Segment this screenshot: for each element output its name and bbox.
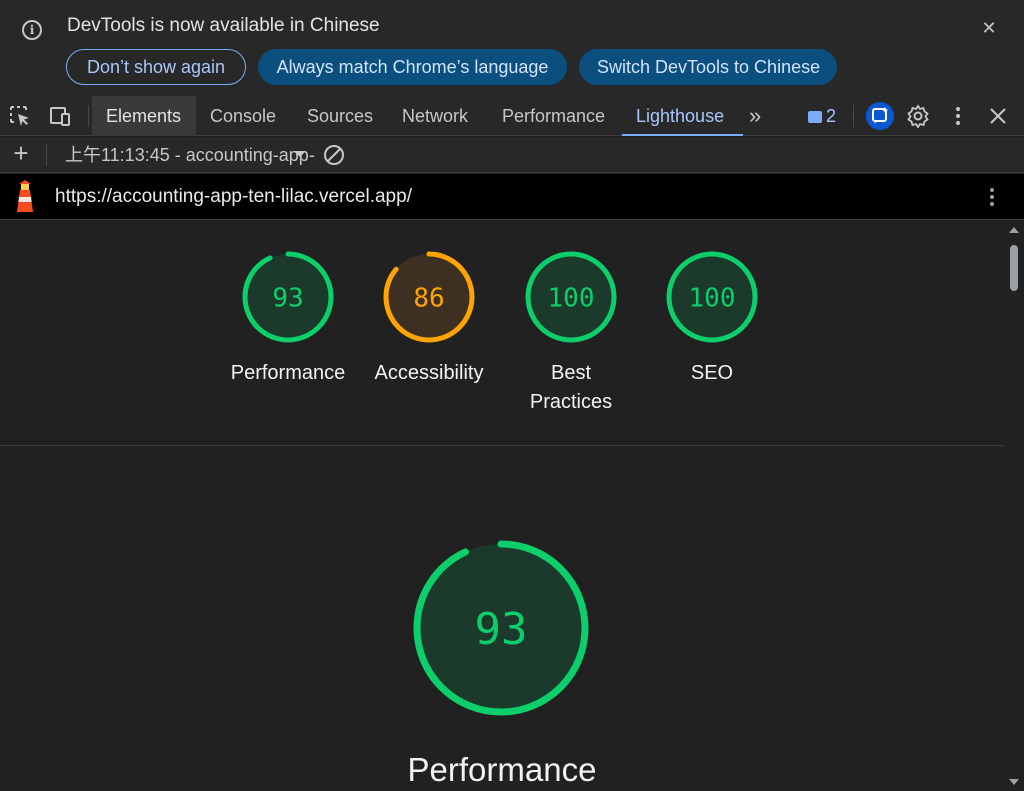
- report-selector[interactable]: 上午11:13:45 - accounting-app-ten-lilac.ve…: [65, 137, 315, 173]
- gauge-label: Accessibility: [374, 362, 484, 384]
- issues-count: 2: [826, 106, 837, 126]
- report-scrollbar[interactable]: [1004, 221, 1024, 791]
- close-devtools-icon[interactable]: [986, 104, 1010, 128]
- tab-sources[interactable]: Sources: [293, 96, 387, 136]
- match-chrome-language-button[interactable]: Always match Chrome’s language: [258, 49, 567, 85]
- main-gauge-label: Performance: [407, 751, 597, 788]
- more-tabs-icon[interactable]: »: [735, 96, 773, 136]
- section-divider: [0, 445, 1004, 446]
- gauge-score: 93: [272, 283, 303, 313]
- scroll-up-icon[interactable]: [1009, 227, 1019, 233]
- gauge-score: 100: [689, 283, 736, 313]
- tab-elements[interactable]: Elements: [92, 96, 196, 136]
- more-options-icon[interactable]: [946, 104, 970, 128]
- settings-gear-icon[interactable]: [906, 104, 930, 128]
- lighthouse-toolbar: + 上午11:13:45 - accounting-app-ten-lilac.…: [0, 137, 1024, 173]
- gauge-score: 86: [413, 283, 444, 313]
- gauge-ring: 93: [242, 251, 334, 343]
- gauge-ring: 86: [383, 251, 475, 343]
- new-report-icon[interactable]: +: [10, 140, 32, 166]
- info-icon: i: [22, 20, 42, 40]
- language-infobar: i DevTools is now available in Chinese ✕…: [0, 0, 1024, 96]
- tab-network[interactable]: Network: [388, 96, 482, 136]
- inspect-element-icon[interactable]: [8, 104, 32, 128]
- chevron-down-icon[interactable]: [294, 151, 306, 157]
- switch-to-chinese-button[interactable]: Switch DevTools to Chinese: [579, 49, 837, 85]
- score-gauge-performance[interactable]: 93 Performance: [223, 249, 353, 388]
- dont-show-again-button[interactable]: Don’t show again: [66, 49, 246, 85]
- score-gauge-best-practices[interactable]: 100 Best Practices: [506, 249, 636, 417]
- toolbar-separator: [46, 144, 47, 166]
- toolbar-separator: [88, 105, 89, 127]
- toolbar-separator: [853, 105, 854, 127]
- tab-lighthouse[interactable]: Lighthouse: [622, 96, 743, 136]
- gauge-score: 93: [475, 604, 528, 655]
- gauge-label: Best Practices: [529, 362, 613, 413]
- lighthouse-report: 93 Performance 86 Accessibility 100 Best Prac…: [0, 221, 1004, 791]
- score-gauge-seo[interactable]: 100 SEO: [647, 249, 777, 388]
- scroll-down-icon[interactable]: [1009, 779, 1019, 785]
- report-menu-icon[interactable]: [990, 188, 994, 206]
- gauge-score: 100: [548, 283, 595, 313]
- ai-assistance-icon[interactable]: [866, 102, 894, 130]
- report-url: https://accounting-app-ten-lilac.vercel.…: [55, 186, 412, 207]
- gauge-label: SEO: [690, 362, 734, 384]
- main-performance-gauge[interactable]: 93: [412, 539, 590, 717]
- gauge-ring: 100: [666, 251, 758, 343]
- tab-console[interactable]: Console: [196, 96, 290, 136]
- scrollbar-thumb[interactable]: [1010, 245, 1018, 291]
- lighthouse-logo-icon: [17, 180, 33, 212]
- device-toolbar-icon[interactable]: [48, 104, 72, 128]
- gauge-ring: 100: [525, 251, 617, 343]
- issues-icon: [808, 111, 822, 123]
- report-url-bar: https://accounting-app-ten-lilac.vercel.…: [0, 174, 1024, 220]
- issues-counter[interactable]: 2: [808, 96, 836, 136]
- score-gauge-accessibility[interactable]: 86 Accessibility: [364, 249, 494, 388]
- gauge-label: Performance: [230, 362, 346, 384]
- infobar-message: DevTools is now available in Chinese: [67, 15, 380, 36]
- clear-reports-icon[interactable]: [322, 143, 346, 167]
- close-infobar-icon[interactable]: ✕: [978, 17, 1000, 39]
- tab-performance[interactable]: Performance: [488, 96, 619, 136]
